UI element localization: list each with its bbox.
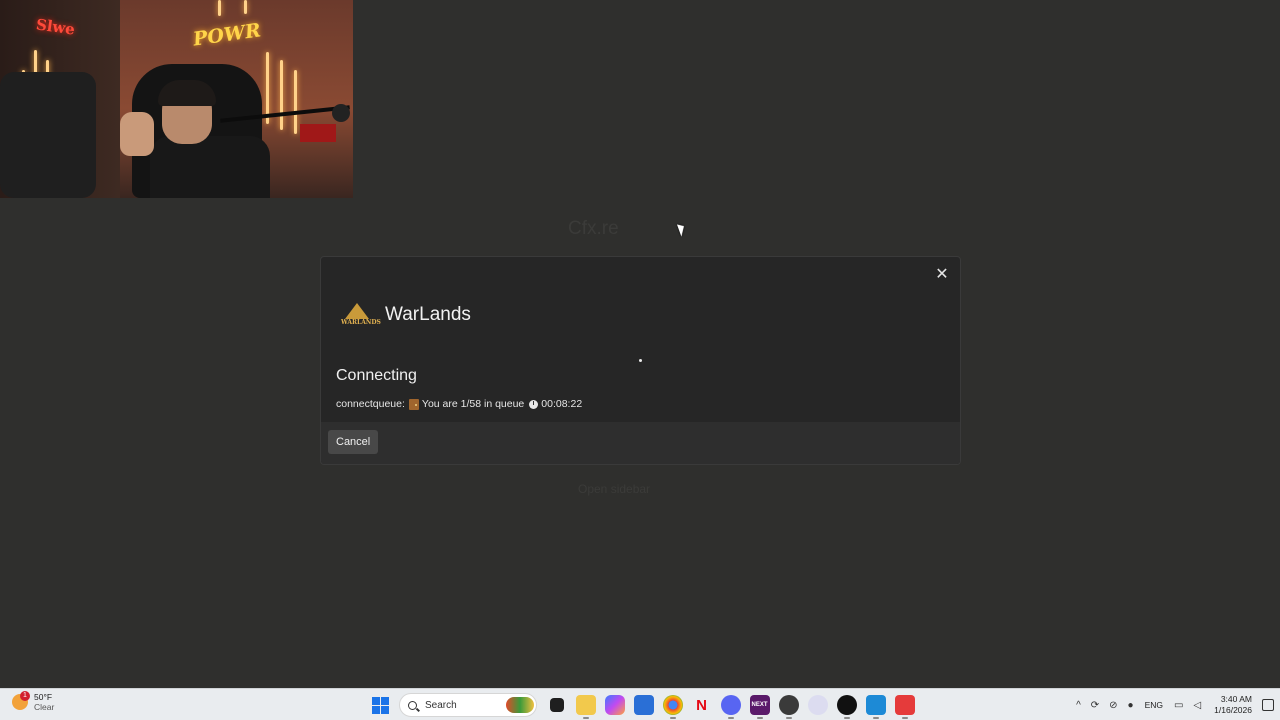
weather-sun-icon: 1 (12, 691, 30, 710)
store-icon[interactable] (633, 695, 654, 715)
server-header: WARLANDS WarLands (341, 301, 471, 329)
loading-spinner (639, 359, 642, 362)
server-logo: WARLANDS (341, 301, 381, 329)
queue-status: connectqueue: You are 1/58 in queue 00:0… (336, 398, 582, 410)
character-app-icon[interactable] (807, 695, 828, 715)
search-placeholder: Search (425, 699, 457, 711)
connecting-dialog: ✕ WARLANDS WarLands Connecting connectqu… (320, 256, 961, 465)
chrome-icon[interactable] (662, 695, 683, 719)
clock[interactable]: 3:40 AM 1/16/2026 (1214, 694, 1252, 716)
mouse-cursor-icon (676, 222, 688, 237)
task-view-icon[interactable] (550, 698, 564, 712)
dialog-footer: Cancel (321, 422, 960, 464)
microphone (332, 104, 350, 122)
volume-icon[interactable]: ◁ (1193, 700, 1201, 711)
close-icon[interactable]: ✕ (930, 263, 954, 287)
netflix-icon[interactable]: N (692, 695, 712, 715)
next-app-icon[interactable]: NEXT (749, 695, 770, 719)
taskbar-apps: Search N NEXT (366, 693, 919, 719)
globe-icon[interactable] (778, 695, 799, 719)
queue-position: You are 1/58 in queue (421, 398, 525, 410)
notification-icon[interactable] (1260, 698, 1274, 712)
network-icon[interactable]: ▭ (1174, 700, 1183, 711)
weather-badge: 1 (20, 691, 30, 701)
start-button[interactable] (371, 695, 391, 715)
cancel-button[interactable]: Cancel (328, 430, 379, 454)
clock-icon (529, 399, 539, 409)
copilot-icon[interactable] (604, 695, 625, 715)
webcam-overlay: POWR Slwe (0, 0, 353, 198)
queue-time: 00:08:22 (541, 398, 583, 410)
search-icon (408, 700, 417, 710)
system-tray: ^ ⟳ ⊘ ● ENG ▭ ◁ 3:40 AM 1/16/2026 (1071, 689, 1280, 720)
neon-light (244, 0, 247, 14)
server-logo-text: WARLANDS (341, 319, 381, 326)
cloud-off-icon[interactable]: ⊘ (1109, 700, 1117, 711)
neon-light (280, 60, 283, 130)
discord-icon[interactable] (720, 695, 741, 719)
search-highlight-icon (506, 697, 534, 713)
obs-icon[interactable] (836, 695, 857, 719)
webcam-red-object (300, 124, 336, 142)
language-indicator[interactable]: ENG (1145, 700, 1163, 710)
chevron-up-icon[interactable]: ^ (1076, 700, 1081, 711)
mountain-icon (345, 303, 369, 319)
windows-icon (372, 696, 389, 714)
background-footer-text: Open sidebar (578, 482, 651, 496)
taskbar: 1 50°F Clear Search N NEXT ^ ⟳ ⊘ ● ENG ▭… (0, 688, 1280, 720)
weather-condition: Clear (34, 702, 55, 712)
webcam-person-body (150, 136, 270, 198)
wave-app-icon[interactable] (865, 695, 886, 719)
neon-light (294, 70, 297, 134)
webcam-chair-left (0, 72, 96, 198)
taskbar-search[interactable]: Search (399, 693, 537, 717)
server-name: WarLands (385, 304, 471, 325)
fivem-icon[interactable] (894, 695, 915, 719)
clock-time: 3:40 AM (1220, 694, 1252, 704)
door-icon (408, 398, 419, 410)
webcam-person-hand (120, 112, 154, 156)
background-brand: Cfx.re (568, 218, 619, 239)
status-title: Connecting (336, 367, 417, 384)
weather-temp: 50°F (34, 692, 53, 702)
clock-date: 1/16/2026 (1214, 705, 1252, 715)
webcam-person-hair (158, 80, 216, 106)
queue-prefix: connectqueue: (336, 398, 405, 410)
weather-widget[interactable]: 1 50°F Clear (12, 691, 55, 712)
microphone-icon[interactable]: ● (1128, 700, 1134, 711)
file-explorer-icon[interactable] (575, 695, 596, 719)
sync-icon[interactable]: ⟳ (1091, 700, 1099, 711)
neon-light (218, 0, 221, 16)
